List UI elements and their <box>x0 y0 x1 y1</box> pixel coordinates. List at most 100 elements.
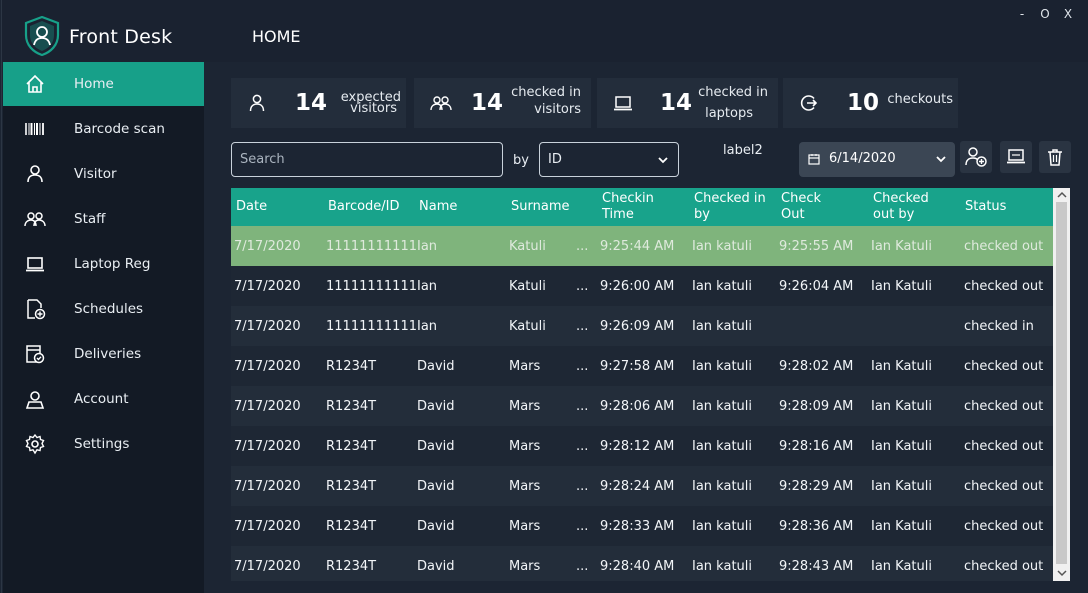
sidebar-item-label: Deliveries <box>74 346 142 362</box>
cell-status: checked out <box>964 478 1044 494</box>
sidebar-item-schedules[interactable]: Schedules <box>3 287 204 331</box>
cell-date: 7/17/2020 <box>234 438 301 454</box>
sidebar-item-label: Staff <box>74 211 106 227</box>
table-scrollbar[interactable] <box>1053 188 1070 581</box>
cell-name: Ian <box>417 238 438 254</box>
app-window: Front Desk HOME - O X Home Barcode scan … <box>1 0 1088 593</box>
sidebar-item-visitor[interactable]: Visitor <box>3 152 204 196</box>
cell-check-out: 9:28:02 AM <box>779 358 854 374</box>
cell-checked-in-by: Ian katuli <box>692 478 752 494</box>
sidebar-item-label: Visitor <box>74 166 117 182</box>
table-header: Date Barcode/ID Name Surname Checkin Tim… <box>231 188 1053 226</box>
sidebar-item-staff[interactable]: Staff <box>3 197 204 241</box>
table-row[interactable]: 7/17/2020 R1234T David Mars... 9:28:33 AM Ian… <box>231 506 1053 546</box>
barcode-icon <box>24 118 46 140</box>
cell-surname: Katuli <box>509 278 546 294</box>
cell-more: ... <box>576 278 589 294</box>
home-icon <box>24 73 46 95</box>
date-picker[interactable]: 6/14/2020 <box>799 142 955 177</box>
cell-status: checked out <box>964 518 1044 534</box>
checkout-icon <box>800 95 818 111</box>
cell-surname: Mars <box>509 478 541 494</box>
column-header-status[interactable]: Status <box>965 188 1050 226</box>
register-laptop-button[interactable] <box>1000 141 1032 173</box>
search-by-value: ID <box>548 152 562 167</box>
table-row[interactable]: 7/17/2020 R1234T David Mars... 9:28:12 AM Ian… <box>231 426 1053 466</box>
sidebar-item-laptop-reg[interactable]: Laptop Reg <box>3 242 204 286</box>
cell-checked-out-by: Ian Katuli <box>871 518 932 534</box>
close-button[interactable]: X <box>1060 7 1076 21</box>
stat-label-line2: visitors <box>534 102 581 117</box>
table-row[interactable]: 7/17/2020 11111111111 Ian Katuli... 9:26:09 … <box>231 306 1053 346</box>
table-row[interactable]: 7/17/2020 11111111111 Ian Katuli... 9:25:44 … <box>231 226 1053 266</box>
add-visitor-button[interactable] <box>960 141 992 173</box>
cell-more: ... <box>576 398 589 414</box>
cell-checked-in-by: Ian katuli <box>692 438 752 454</box>
cell-more: ... <box>576 318 589 334</box>
column-header-checked-in-by[interactable]: Checked in by <box>694 188 774 226</box>
search-input[interactable]: Search <box>231 142 503 177</box>
cell-check-out: 9:26:04 AM <box>779 278 854 294</box>
minimize-button[interactable]: - <box>1014 7 1030 21</box>
sidebar-item-barcode-scan[interactable]: Barcode scan <box>3 107 204 151</box>
column-header-date[interactable]: Date <box>236 188 321 226</box>
cell-barcode: 11111111111 <box>326 238 417 254</box>
laptop-icon <box>614 96 632 111</box>
cell-date: 7/17/2020 <box>234 398 301 414</box>
scroll-thumb[interactable] <box>1056 202 1067 564</box>
cell-more: ... <box>576 438 589 454</box>
table-row[interactable]: 7/17/2020 R1234T David Mars... 9:28:24 AM Ian… <box>231 466 1053 506</box>
cell-status: checked in <box>964 318 1034 334</box>
maximize-button[interactable]: O <box>1037 7 1053 21</box>
cell-barcode: R1234T <box>326 478 377 494</box>
cell-checked-out-by: Ian Katuli <box>871 358 932 374</box>
cell-more: ... <box>576 238 589 254</box>
column-header-checkin-time[interactable]: Checkin Time <box>602 188 682 226</box>
table-row[interactable]: 7/17/2020 R1234T David Mars... 9:27:58 AM Ian… <box>231 346 1053 386</box>
shield-logo-icon <box>24 16 60 56</box>
cell-checked-out-by: Ian Katuli <box>871 558 932 574</box>
table-row[interactable]: 7/17/2020 R1234T David Mars... 9:28:06 AM Ian… <box>231 386 1053 426</box>
scroll-up-icon[interactable] <box>1057 191 1067 199</box>
cell-surname: Katuli <box>509 238 546 254</box>
cell-status: checked out <box>964 238 1044 254</box>
column-header-name[interactable]: Name <box>419 188 504 226</box>
stat-value: 10 <box>847 90 880 116</box>
users-icon <box>430 96 452 111</box>
cell-barcode: R1234T <box>326 358 377 374</box>
cell-checked-in-by: Ian katuli <box>692 358 752 374</box>
stat-label-line1: checked in <box>511 85 581 100</box>
cell-checkin-time: 9:26:09 AM <box>600 318 675 334</box>
cell-checkin-time: 9:28:24 AM <box>600 478 675 494</box>
cell-barcode: R1234T <box>326 398 377 414</box>
column-header-barcode[interactable]: Barcode/ID <box>328 188 413 226</box>
cell-checkin-time: 9:27:58 AM <box>600 358 675 374</box>
cell-checked-out-by: Ian Katuli <box>871 398 932 414</box>
laptop-icon <box>24 253 46 275</box>
scroll-down-icon[interactable] <box>1057 569 1067 577</box>
cell-date: 7/17/2020 <box>234 238 301 254</box>
delete-button[interactable] <box>1039 141 1071 173</box>
sidebar-item-account[interactable]: Account <box>3 377 204 421</box>
cell-check-out: 9:28:43 AM <box>779 558 854 574</box>
cell-check-out: 9:28:16 AM <box>779 438 854 454</box>
app-name: Front Desk <box>69 26 173 48</box>
user-icon <box>249 94 265 112</box>
column-header-checked-out-by[interactable]: Checked out by <box>873 188 943 226</box>
trash-icon <box>1048 149 1062 166</box>
table-row[interactable]: 7/17/2020 R1234T David Mars... 9:28:40 AM Ian… <box>231 546 1053 581</box>
table-row[interactable]: 7/17/2020 11111111111 Ian Katuli... 9:26:00 … <box>231 266 1053 306</box>
sidebar-item-home[interactable]: Home <box>3 62 204 106</box>
cell-barcode: R1234T <box>326 438 377 454</box>
sidebar-item-deliveries[interactable]: Deliveries <box>3 332 204 376</box>
column-header-surname[interactable]: Surname <box>511 188 596 226</box>
sidebar-item-label: Schedules <box>74 301 144 317</box>
column-header-check-out[interactable]: Check Out <box>781 188 841 226</box>
cell-surname: Mars <box>509 358 541 374</box>
sidebar-item-label: Account <box>74 391 129 407</box>
cell-surname: Katuli <box>509 318 546 334</box>
cell-status: checked out <box>964 398 1044 414</box>
sidebar-item-settings[interactable]: Settings <box>3 422 204 466</box>
search-by-select[interactable]: ID <box>539 142 679 177</box>
schedule-icon <box>24 298 46 320</box>
